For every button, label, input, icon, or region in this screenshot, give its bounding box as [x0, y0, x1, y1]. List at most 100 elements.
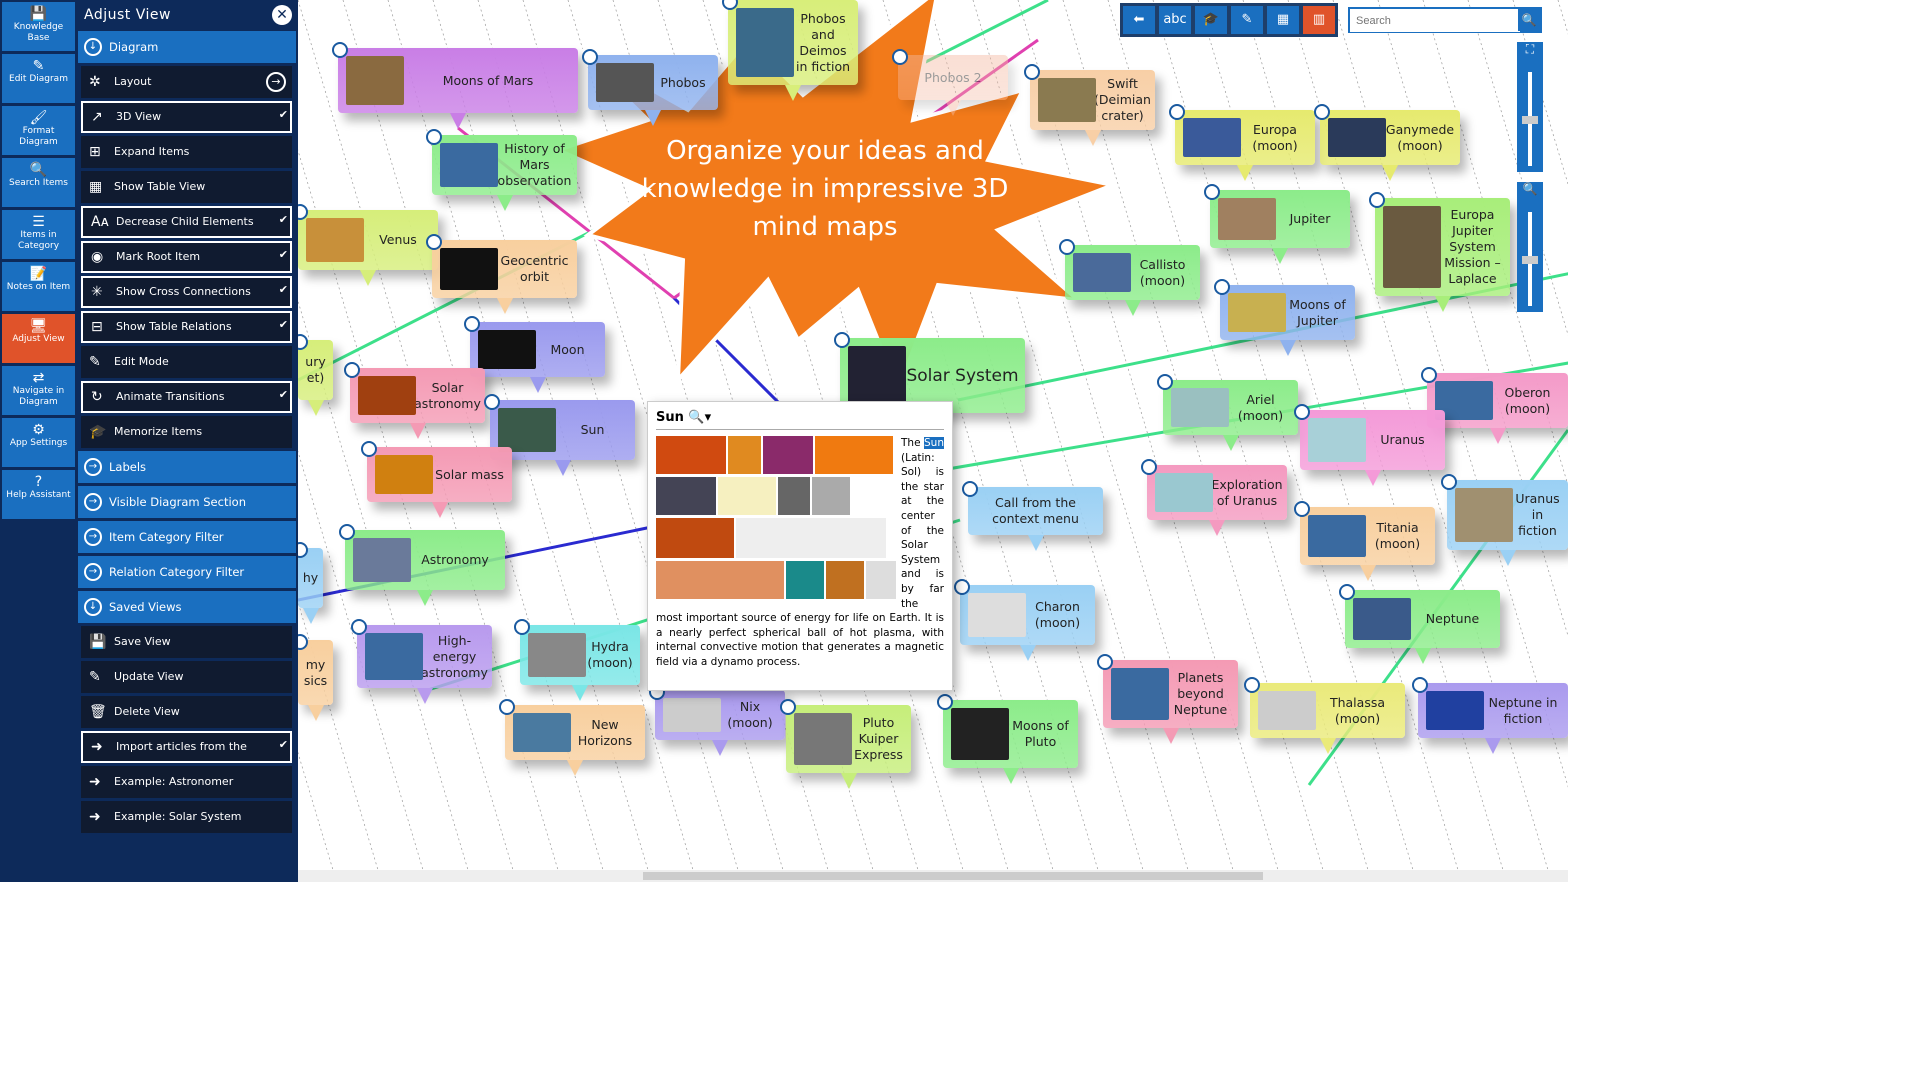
node-moons-of-pluto[interactable]: Moons of Pluto	[943, 700, 1078, 784]
globe-link-icon[interactable]	[582, 49, 598, 65]
node-pluto-kuiper-express[interactable]: Pluto Kuiper Express	[786, 705, 911, 789]
node-moon[interactable]: Moon	[470, 322, 605, 393]
node-europa-moon-[interactable]: Europa (moon)	[1175, 110, 1315, 181]
abc-button[interactable]: abc	[1159, 6, 1191, 34]
node-europa-jupiter-system-mission-laplace[interactable]: Europa Jupiter System Mission – Laplace	[1375, 198, 1510, 312]
globe-link-icon[interactable]	[834, 332, 850, 348]
menu-item-3d-view[interactable]: ↗ 3D View ✔	[81, 101, 292, 133]
rail-knowledge-base[interactable]: 💾 Knowledge Base	[2, 2, 75, 51]
fit-view-icon[interactable]: ⛶	[1517, 42, 1543, 57]
section-item-category-filter[interactable]: → Item Category Filter	[78, 521, 296, 553]
node-ariel-moon-[interactable]: Ariel (moon)	[1163, 380, 1298, 451]
globe-link-icon[interactable]	[484, 394, 500, 410]
menu-item-animate-transitions[interactable]: ↻ Animate Transitions ✔	[81, 381, 292, 413]
sun-image[interactable]	[826, 561, 864, 599]
section-labels[interactable]: → Labels	[78, 451, 296, 483]
magnify-icon[interactable]: 🔍	[1517, 182, 1543, 196]
sun-image[interactable]	[656, 561, 784, 599]
node-phobos-and-deimos-in-fiction[interactable]: Phobos and Deimos in fiction	[728, 0, 858, 101]
menu-item-show-table-relations[interactable]: ⊟ Show Table Relations ✔	[81, 311, 292, 343]
globe-link-icon[interactable]	[1441, 474, 1457, 490]
rail-items-in-category[interactable]: ☰ Items in Category	[2, 210, 75, 259]
globe-link-icon[interactable]	[1024, 64, 1040, 80]
magnify-slider[interactable]: 🔍	[1517, 182, 1543, 312]
globe-link-icon[interactable]	[1214, 279, 1230, 295]
globe-link-icon[interactable]	[351, 619, 367, 635]
globe-link-icon[interactable]	[1339, 584, 1355, 600]
node-nix-moon-[interactable]: Nix (moon)	[655, 690, 785, 756]
node-titania-moon-[interactable]: Titania (moon)	[1300, 507, 1435, 581]
pencil-button[interactable]: ✎	[1231, 6, 1263, 34]
sun-image[interactable]	[656, 477, 716, 515]
sun-image[interactable]	[656, 436, 726, 474]
sun-image[interactable]	[656, 518, 734, 558]
globe-link-icon[interactable]	[361, 441, 377, 457]
menu-item-delete-view[interactable]: 🗑 Delete View	[81, 696, 292, 728]
globe-link-icon[interactable]	[344, 362, 360, 378]
node-new-horizons[interactable]: New Horizons	[505, 705, 645, 776]
globe-link-icon[interactable]	[1141, 459, 1157, 475]
scrollbar-thumb[interactable]	[643, 872, 1263, 880]
globe-link-icon[interactable]	[892, 49, 908, 65]
sun-image[interactable]	[763, 436, 813, 474]
node-history-of-mars-observation[interactable]: History of Mars observation	[432, 135, 577, 211]
node-uranus[interactable]: Uranus	[1300, 410, 1445, 486]
node-planets-beyond-neptune[interactable]: Planets beyond Neptune	[1103, 660, 1238, 744]
globe-link-icon[interactable]	[962, 481, 978, 497]
rail-notes-on-item[interactable]: 📝 Notes on Item	[2, 262, 75, 311]
search-icon[interactable]: 🔍	[1518, 9, 1540, 31]
rail-format-diagram[interactable]: 🖌 Format Diagram	[2, 106, 75, 155]
globe-link-icon[interactable]	[1059, 239, 1075, 255]
sun-image[interactable]	[778, 477, 810, 515]
globe-link-icon[interactable]	[1294, 501, 1310, 517]
rail-navigate-in-diagram[interactable]: ⇄ Navigate in Diagram	[2, 366, 75, 415]
globe-link-icon[interactable]	[1244, 677, 1260, 693]
globe-link-icon[interactable]	[499, 699, 515, 715]
menu-item-show-cross-connections[interactable]: ✳ Show Cross Connections ✔	[81, 276, 292, 308]
menu-item-example-astronomer[interactable]: ➜ Example: Astronomer	[81, 766, 292, 798]
rail-app-settings[interactable]: ⚙ App Settings	[2, 418, 75, 467]
globe-link-icon[interactable]	[332, 42, 348, 58]
zoom-slider-handle[interactable]	[1522, 116, 1538, 124]
close-panel-button[interactable]: ✕	[272, 5, 292, 25]
chart-image[interactable]	[736, 518, 886, 558]
node-astronomy[interactable]: Astronomy	[345, 530, 505, 606]
menu-item-edit-mode[interactable]: ✎ Edit Mode	[81, 346, 292, 378]
node-thalassa-moon-[interactable]: Thalassa (moon)	[1250, 683, 1405, 754]
node-venus[interactable]: Venus	[298, 210, 438, 286]
section-diagram[interactable]: ↓ Diagram	[78, 31, 296, 63]
globe-link-icon[interactable]	[1294, 404, 1310, 420]
node-neptune[interactable]: Neptune	[1345, 590, 1500, 664]
menu-item-update-view[interactable]: ✎ Update View	[81, 661, 292, 693]
globe-link-icon[interactable]	[426, 234, 442, 250]
globe-link-icon[interactable]	[1204, 184, 1220, 200]
globe-link-icon[interactable]	[1097, 654, 1113, 670]
node-solar-astronomy[interactable]: Solar astronomy	[350, 368, 485, 439]
node-moons-of-mars[interactable]: Moons of Mars	[338, 48, 578, 129]
menu-item-example-solar-system[interactable]: ➜ Example: Solar System	[81, 801, 292, 833]
node-call-from-the-context-menu[interactable]: Call from the context menu	[968, 487, 1103, 551]
menu-item-expand-items[interactable]: ⊞ Expand Items	[81, 136, 292, 168]
rail-search-items[interactable]: 🔍 Search Items	[2, 158, 75, 207]
chart-image[interactable]	[718, 477, 776, 515]
globe-link-icon[interactable]	[1169, 104, 1185, 120]
globe-link-icon[interactable]	[1421, 367, 1437, 383]
rail-edit-diagram[interactable]: ✎ Edit Diagram	[2, 54, 75, 103]
arrow-right-icon[interactable]: →	[266, 72, 286, 92]
globe-link-icon[interactable]	[1314, 104, 1330, 120]
node-phobos-2[interactable]: Phobos 2	[898, 55, 1008, 116]
rail-adjust-view[interactable]: 🖥 Adjust View	[2, 314, 75, 363]
node-uranus-in-fiction[interactable]: Uranus in fiction	[1447, 480, 1568, 566]
section-saved-views[interactable]: ↓ Saved Views	[78, 591, 296, 623]
menu-item-mark-root-item[interactable]: ◉ Mark Root Item ✔	[81, 241, 292, 273]
globe-link-icon[interactable]	[1157, 374, 1173, 390]
menu-item-save-view[interactable]: 💾 Save View	[81, 626, 292, 658]
node-my-sics[interactable]: my sics	[298, 640, 333, 721]
menu-item-layout[interactable]: ✲ Layout →	[81, 66, 292, 98]
globe-link-icon[interactable]	[426, 129, 442, 145]
magnify-slider-handle[interactable]	[1522, 256, 1538, 264]
sun-image[interactable]	[812, 477, 850, 515]
sun-image[interactable]	[728, 436, 761, 474]
dropdown-caret-icon[interactable]: ▾	[705, 410, 712, 425]
menu-item-import-articles-from-the-wikipedia[interactable]: ➜Import articles from the Wikipedia✔	[81, 731, 292, 781]
